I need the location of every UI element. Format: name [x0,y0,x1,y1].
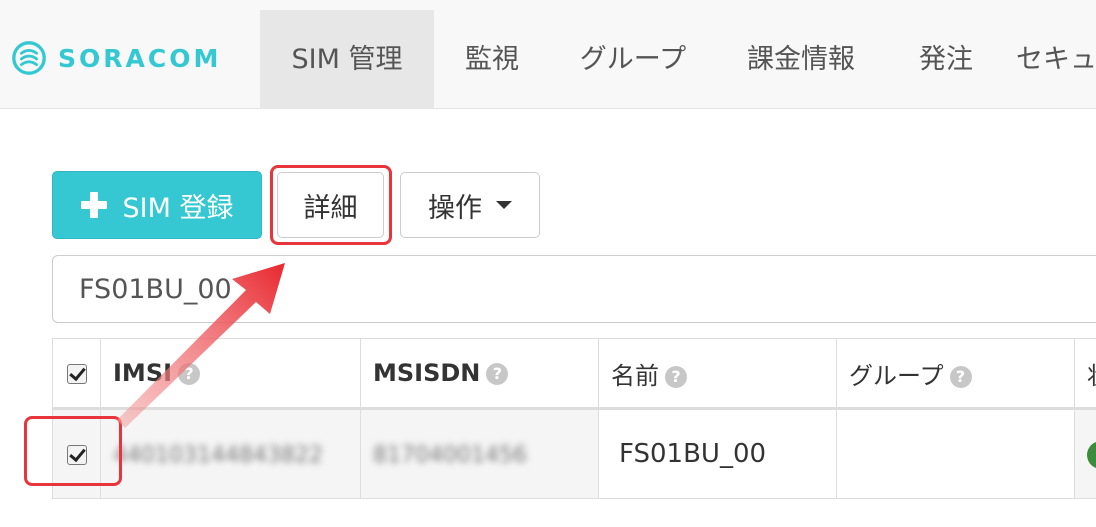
column-name[interactable]: 名前? [598,338,837,410]
plus-icon [80,192,107,218]
status-cell [1074,408,1096,499]
name-value: FS01BU_00 [619,439,767,469]
brand-name: SORACOM [58,43,222,73]
column-status[interactable]: 状 [1074,338,1096,410]
select-all-cell [52,338,101,410]
sim-table: IMSI? MSISDN? 名前? グループ? 状 44010314484382… [52,338,1096,499]
help-icon[interactable]: ? [178,363,201,385]
help-icon[interactable]: ? [665,365,687,388]
column-imsi[interactable]: IMSI? [100,338,361,410]
top-navbar: SORACOM SIM 管理 監視 グループ 課金情報 発注 セキュ [0,0,1096,109]
imsi-cell: 440103144843822 [100,408,361,499]
nav-monitoring[interactable]: 監視 [440,10,544,109]
register-sim-label: SIM 登録 [122,192,234,224]
nav-sim-management[interactable]: SIM 管理 [260,10,434,109]
detail-button-highlight [270,165,392,245]
help-icon[interactable]: ? [486,363,509,385]
operation-label: 操作 [428,192,482,224]
column-msisdn-label: MSISDN [373,359,481,387]
table-header-row: IMSI? MSISDN? 名前? グループ? 状 [52,338,1096,410]
group-cell [836,408,1075,499]
table-row[interactable]: 440103144843822 81704001456 FS01BU_00 [52,408,1096,499]
select-all-checkbox[interactable] [66,364,87,384]
nav-billing[interactable]: 課金情報 [726,10,876,109]
soracom-logo-icon [12,41,46,75]
name-cell: FS01BU_00 [598,408,837,499]
help-icon[interactable]: ? [949,365,972,388]
imsi-value: 440103144843822 [113,443,323,468]
nav-group[interactable]: グループ [560,10,706,109]
caret-down-icon [496,201,512,209]
search-input[interactable] [52,255,1096,323]
column-msisdn[interactable]: MSISDN? [360,338,599,410]
column-name-label: 名前 [611,361,659,390]
brand[interactable]: SORACOM [10,38,221,78]
column-group[interactable]: グループ? [836,338,1075,410]
online-status-icon [1087,440,1096,469]
nav-order[interactable]: 発注 [896,10,996,109]
register-sim-button[interactable]: SIM 登録 [52,171,262,239]
column-imsi-label: IMSI [113,359,173,387]
row-checkbox-highlight [24,416,122,486]
msisdn-cell: 81704001456 [360,408,599,499]
column-status-label: 状 [1087,362,1096,390]
nav-security[interactable]: セキュ [1016,10,1096,109]
column-group-label: グループ [849,361,944,390]
operation-dropdown[interactable]: 操作 [400,172,540,238]
msisdn-value: 81704001456 [373,443,527,468]
